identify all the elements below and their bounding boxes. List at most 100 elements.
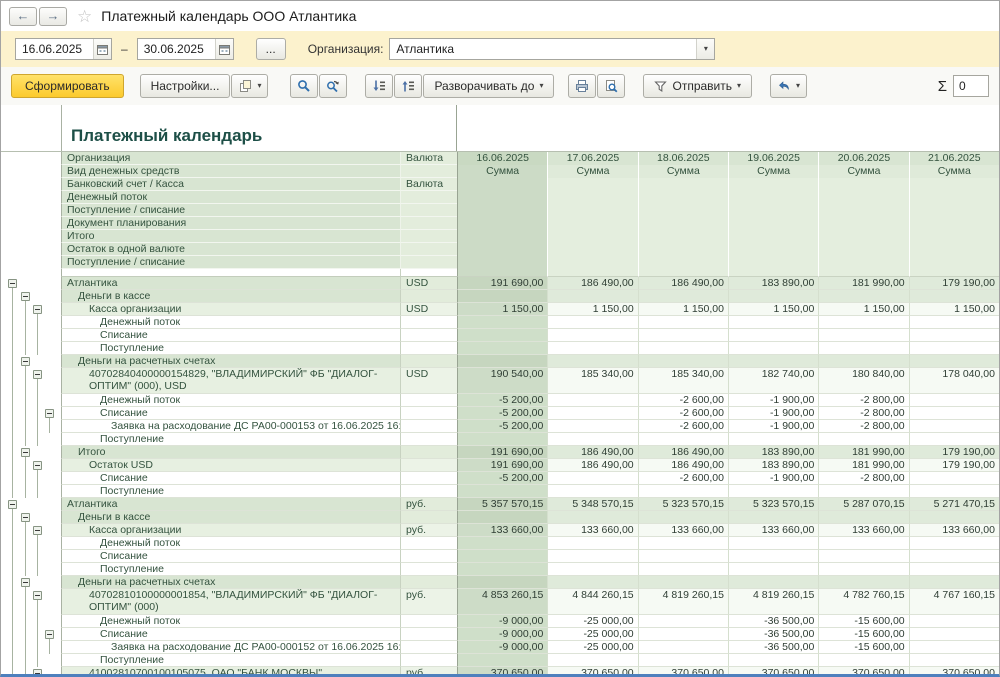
- collapse-toggle[interactable]: [33, 591, 42, 600]
- collapse-toggle[interactable]: [33, 669, 42, 674]
- feedback-button[interactable]: ▾: [770, 74, 807, 98]
- autosum-field[interactable]: 0: [953, 75, 989, 97]
- header-label: Поступление / списание: [61, 256, 401, 269]
- cell-value: 370 650,00: [457, 667, 547, 674]
- tree-cell: [1, 472, 61, 485]
- cell-value: -5 200,00: [457, 394, 547, 407]
- tree-cell: [1, 368, 61, 394]
- cell-value: -25 000,00: [547, 615, 637, 628]
- collapse-toggle[interactable]: [21, 578, 30, 587]
- tree-line: [12, 355, 13, 368]
- row-currency: [401, 420, 457, 433]
- cell-value: [909, 342, 999, 355]
- cell-value: [638, 433, 728, 446]
- table-row: 41002810700100105075, ОАО "БАНК МОСКВЫ"р…: [1, 667, 999, 674]
- cell-value: -9 000,00: [457, 641, 547, 654]
- collapse-toggle[interactable]: [8, 500, 17, 509]
- collapse-toggle[interactable]: [45, 409, 54, 418]
- expand-to-button[interactable]: Разворачивать до ▾: [423, 74, 554, 98]
- tree-cell: [1, 550, 61, 563]
- cell-value: [818, 537, 908, 550]
- collapse-toggle[interactable]: [21, 513, 30, 522]
- cell-value: 370 650,00: [728, 667, 818, 674]
- tree-line: [12, 550, 13, 563]
- cell-value: [909, 537, 999, 550]
- tree-line: [49, 641, 50, 654]
- row-currency: USD: [401, 277, 457, 290]
- expand-all-button[interactable]: [365, 74, 393, 98]
- generate-button[interactable]: Сформировать: [11, 74, 124, 98]
- tree-gutter: [1, 165, 61, 178]
- tree-cell: [1, 641, 61, 654]
- send-button[interactable]: Отправить ▾: [643, 74, 752, 98]
- report-variants-button[interactable]: ▾: [231, 74, 268, 98]
- search-button[interactable]: [290, 74, 318, 98]
- print-button[interactable]: [568, 74, 596, 98]
- table-row: Поступление: [1, 342, 999, 355]
- table-row: Остаток USD191 690,00186 490,00186 490,0…: [1, 459, 999, 472]
- collapse-toggle[interactable]: [21, 357, 30, 366]
- table-row: Касса организациируб.133 660,00133 660,0…: [1, 524, 999, 537]
- cell-value: 182 740,00: [728, 368, 818, 394]
- cell-value: 4 782 760,15: [818, 589, 908, 615]
- header-currency: [401, 204, 457, 217]
- collapse-toggle[interactable]: [21, 292, 30, 301]
- cell-value: 4 844 260,15: [547, 589, 637, 615]
- collapse-toggle[interactable]: [33, 305, 42, 314]
- search-next-button[interactable]: [319, 74, 347, 98]
- cell-value: [547, 290, 637, 303]
- header-label: Остаток в одной валюте: [61, 243, 401, 256]
- tree-line: [12, 303, 13, 316]
- calendar-button[interactable]: [93, 39, 111, 59]
- row-currency: [401, 576, 457, 589]
- print-preview-button[interactable]: [597, 74, 625, 98]
- cell-value: [547, 433, 637, 446]
- tree-line: [25, 472, 26, 485]
- collapse-toggle[interactable]: [45, 630, 54, 639]
- header-row: Поступление / списание: [1, 204, 457, 217]
- row-currency: USD: [401, 368, 457, 394]
- period-more-button[interactable]: ...: [256, 38, 286, 60]
- row-label: Поступление: [61, 433, 401, 446]
- cell-value: [909, 290, 999, 303]
- back-button[interactable]: ←: [9, 7, 37, 26]
- tree-line: [37, 379, 38, 394]
- cell-value: 179 190,00: [909, 446, 999, 459]
- cell-value: [909, 654, 999, 667]
- collapse-toggle[interactable]: [33, 461, 42, 470]
- header-row: Поступление / списание: [1, 256, 457, 269]
- organization-combobox[interactable]: Атлантика ▾: [389, 38, 715, 60]
- forward-button[interactable]: →: [39, 7, 67, 26]
- tree-gutter: [1, 243, 61, 256]
- organization-dropdown-button[interactable]: ▾: [696, 39, 714, 59]
- cell-value: [818, 316, 908, 329]
- favorite-star-icon[interactable]: ☆: [77, 8, 92, 25]
- chevron-down-icon: ▾: [796, 82, 800, 90]
- table-row: 40702840400000154829, "ВЛАДИМИРСКИЙ" ФБ …: [1, 368, 999, 394]
- collapse-toggle[interactable]: [33, 370, 42, 379]
- tree-gutter: [1, 230, 61, 243]
- date-from-input[interactable]: 16.06.2025: [15, 38, 112, 60]
- tree-gutter: [1, 217, 61, 230]
- collapse-toggle[interactable]: [21, 448, 30, 457]
- date-to-input[interactable]: 30.06.2025: [137, 38, 234, 60]
- expand-levels-icon: [372, 79, 386, 93]
- cell-value: 5 271 470,15: [909, 498, 999, 511]
- tree-line: [37, 316, 38, 329]
- collapse-toggle[interactable]: [33, 526, 42, 535]
- tree-cell: [1, 316, 61, 329]
- tree-cell: [1, 654, 61, 667]
- cell-value: [909, 485, 999, 498]
- cell-value: [547, 576, 637, 589]
- tree-cell: [1, 394, 61, 407]
- settings-button[interactable]: Настройки...: [140, 74, 231, 98]
- calendar-button[interactable]: [215, 39, 233, 59]
- sum-header: Сумма: [548, 165, 637, 178]
- cell-value: [909, 329, 999, 342]
- cell-value: -36 500,00: [728, 615, 818, 628]
- collapse-toggle[interactable]: [8, 279, 17, 288]
- tree-cell: [1, 589, 61, 615]
- collapse-all-button[interactable]: [394, 74, 422, 98]
- tree-line: [37, 628, 38, 641]
- row-label: Поступление: [61, 342, 401, 355]
